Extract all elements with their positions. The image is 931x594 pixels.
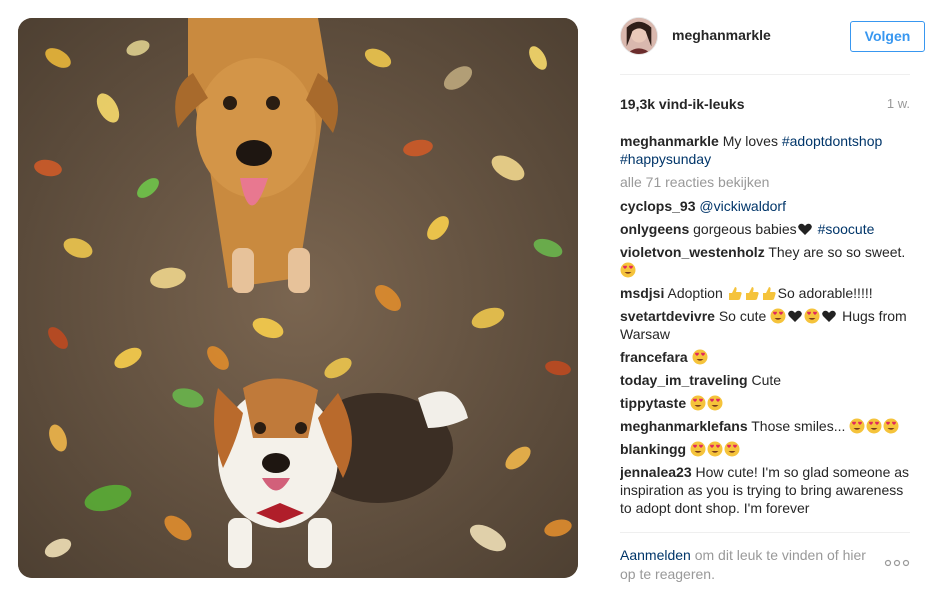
heart-emoji-icon — [822, 310, 837, 322]
heart-eyes-emoji-icon — [883, 418, 899, 434]
comment-mention[interactable]: @vickiwaldorf — [699, 198, 786, 214]
comment-username[interactable]: today_im_traveling — [620, 372, 748, 388]
instagram-post-page: meghanmarkle Volgen 19,3k vind-ik-leuks … — [0, 0, 931, 594]
comment-username[interactable]: jennalea23 — [620, 464, 692, 480]
heart-eyes-emoji-icon — [690, 395, 706, 411]
comment-item: svetartdevivre So cute Hugs from Warsaw — [620, 307, 912, 343]
caption-username[interactable]: meghanmarkle — [620, 133, 719, 149]
comment-text: So adorable!!!!! — [777, 285, 873, 301]
header-divider — [620, 74, 910, 75]
login-link[interactable]: Aanmelden — [620, 547, 691, 563]
footer-divider — [620, 532, 910, 533]
comment-item: tippytaste — [620, 394, 912, 412]
comment-item: blankingg — [620, 440, 912, 458]
caption-hashtag-adoptdontshop[interactable]: #adoptdontshop — [782, 133, 882, 149]
heart-eyes-emoji-icon — [620, 262, 636, 278]
heart-eyes-emoji-icon — [690, 441, 706, 457]
comment-username[interactable]: cyclops_93 — [620, 198, 696, 214]
caption-text: My loves — [722, 133, 782, 149]
comment-username[interactable]: svetartdevivre — [620, 308, 715, 324]
header-username[interactable]: meghanmarkle — [672, 27, 771, 43]
comment-item: msdjsi Adoption So adorable!!!!! — [620, 284, 912, 302]
post-details-panel: meghanmarkle Volgen 19,3k vind-ik-leuks … — [604, 0, 931, 594]
login-prompt: Aanmelden om dit leuk te vinden of hier … — [620, 546, 870, 584]
comment-text: So cute — [718, 308, 771, 324]
comment-item: jennalea23 How cute! I'm so glad someone… — [620, 463, 912, 517]
heart-eyes-emoji-icon — [724, 441, 740, 457]
caption: meghanmarkle My loves #adoptdontshop #ha… — [620, 132, 912, 168]
post-time[interactable]: 1 w. — [887, 96, 910, 111]
comment-username[interactable]: francefara — [620, 349, 688, 365]
heart-emoji-icon — [788, 310, 803, 322]
comment-item: meghanmarklefans Those smiles... — [620, 417, 912, 435]
heart-eyes-emoji-icon — [692, 349, 708, 365]
comment-text: Cute — [751, 372, 782, 388]
view-all-comments-link[interactable]: alle 71 reacties bekijken — [620, 173, 912, 191]
heart-emoji-icon — [797, 223, 812, 235]
comment-hashtag[interactable]: #soocute — [818, 221, 875, 237]
comment-item: francefara — [620, 348, 912, 366]
comment-username[interactable]: msdjsi — [620, 285, 664, 301]
comment-username[interactable]: violetvon_westenholz — [620, 244, 765, 260]
comment-username[interactable]: tippytaste — [620, 395, 686, 411]
caption-hashtag-happysunday[interactable]: #happysunday — [620, 151, 711, 167]
comment-username[interactable]: onlygeens — [620, 221, 689, 237]
thumbs-up-emoji-icon — [745, 287, 759, 300]
follow-button[interactable]: Volgen — [850, 21, 925, 52]
comment-item: violetvon_westenholz They are so so swee… — [620, 243, 912, 279]
comment-text: They are so so sweet. — [768, 244, 906, 260]
heart-eyes-emoji-icon — [707, 395, 723, 411]
heart-eyes-emoji-icon — [866, 418, 882, 434]
likes-count[interactable]: 19,3k vind-ik-leuks — [620, 96, 745, 112]
thumbs-up-emoji-icon — [762, 287, 776, 300]
avatar-image — [621, 18, 657, 54]
comments-fade — [620, 512, 912, 528]
heart-eyes-emoji-icon — [770, 308, 786, 324]
post-header: meghanmarkle Volgen — [620, 16, 925, 56]
comment-text: gorgeous babies — [693, 221, 797, 237]
avatar[interactable] — [620, 17, 658, 55]
post-photo[interactable] — [18, 18, 578, 578]
comment-text: Adoption — [667, 285, 727, 301]
heart-eyes-emoji-icon — [707, 441, 723, 457]
comment-username[interactable]: meghanmarklefans — [620, 418, 748, 434]
more-options-icon[interactable] — [884, 558, 910, 568]
likes-row: 19,3k vind-ik-leuks 1 w. — [620, 96, 910, 114]
comment-item: today_im_traveling Cute — [620, 371, 912, 389]
heart-eyes-emoji-icon — [849, 418, 865, 434]
thumbs-up-emoji-icon — [728, 287, 742, 300]
comments-list[interactable]: meghanmarkle My loves #adoptdontshop #ha… — [620, 132, 912, 526]
heart-eyes-emoji-icon — [804, 308, 820, 324]
comment-item: onlygeens gorgeous babies #soocute — [620, 220, 912, 238]
comment-username[interactable]: blankingg — [620, 441, 686, 457]
comment-text: Those smiles... — [751, 418, 846, 434]
post-photo-image — [18, 18, 578, 578]
comment-item: cyclops_93 @vickiwaldorf — [620, 197, 912, 215]
